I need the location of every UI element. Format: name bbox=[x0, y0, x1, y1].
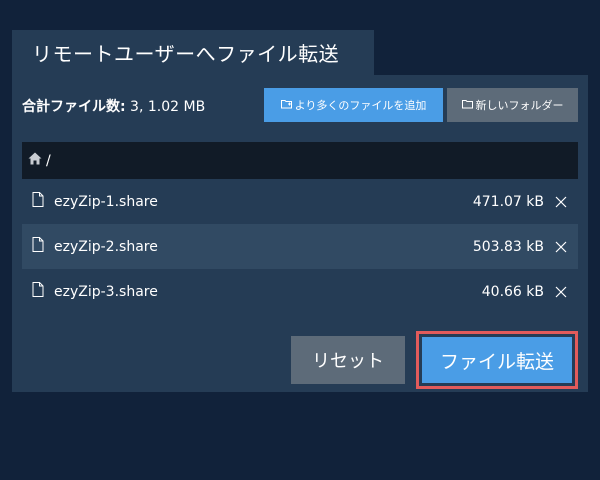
file-name: ezyZip-1.share bbox=[54, 193, 158, 210]
transfer-files-button[interactable]: ファイル転送 bbox=[422, 337, 572, 383]
file-icon bbox=[32, 237, 44, 256]
add-more-files-label: より多くのファイルを追加 bbox=[294, 100, 427, 112]
summary-value: 3, 1.02 MB bbox=[125, 99, 206, 115]
file-icon bbox=[32, 282, 44, 301]
close-icon[interactable] bbox=[554, 240, 568, 254]
current-path: / bbox=[46, 152, 51, 169]
file-name: ezyZip-2.share bbox=[54, 238, 158, 255]
file-row: ezyZip-1.share 471.07 kB bbox=[22, 179, 578, 224]
dialog-title-tab: リモートユーザーへファイル転送 bbox=[12, 30, 374, 75]
folder-plus-icon bbox=[280, 99, 292, 112]
file-list: ezyZip-1.share 471.07 kB ezyZip-2.share … bbox=[22, 179, 578, 314]
transfer-button-highlight: ファイル転送 bbox=[416, 331, 578, 389]
new-folder-button[interactable]: 新しいフォルダー bbox=[447, 88, 578, 122]
folder-icon bbox=[461, 99, 473, 112]
add-more-files-button[interactable]: より多くのファイルを追加 bbox=[264, 88, 443, 122]
file-size: 471.07 kB bbox=[472, 193, 544, 210]
new-folder-label: 新しいフォルダー bbox=[475, 100, 564, 112]
reset-button[interactable]: リセット bbox=[291, 336, 405, 384]
file-summary: 合計ファイル数: 3, 1.02 MB bbox=[22, 99, 205, 115]
file-icon bbox=[32, 192, 44, 211]
file-size: 40.66 kB bbox=[481, 283, 544, 300]
file-name: ezyZip-3.share bbox=[54, 283, 158, 300]
file-row: ezyZip-2.share 503.83 kB bbox=[22, 224, 578, 269]
home-icon[interactable] bbox=[28, 152, 42, 169]
dialog-title: リモートユーザーへファイル転送 bbox=[32, 42, 340, 66]
file-row: ezyZip-3.share 40.66 kB bbox=[22, 269, 578, 314]
file-size: 503.83 kB bbox=[472, 238, 544, 255]
close-icon[interactable] bbox=[554, 195, 568, 209]
summary-label: 合計ファイル数: bbox=[22, 99, 126, 115]
transfer-panel: 合計ファイル数: 3, 1.02 MB より多くのファイルを追加 新しいフォルダ… bbox=[12, 75, 588, 392]
close-icon[interactable] bbox=[554, 285, 568, 299]
breadcrumb: / bbox=[22, 142, 578, 179]
